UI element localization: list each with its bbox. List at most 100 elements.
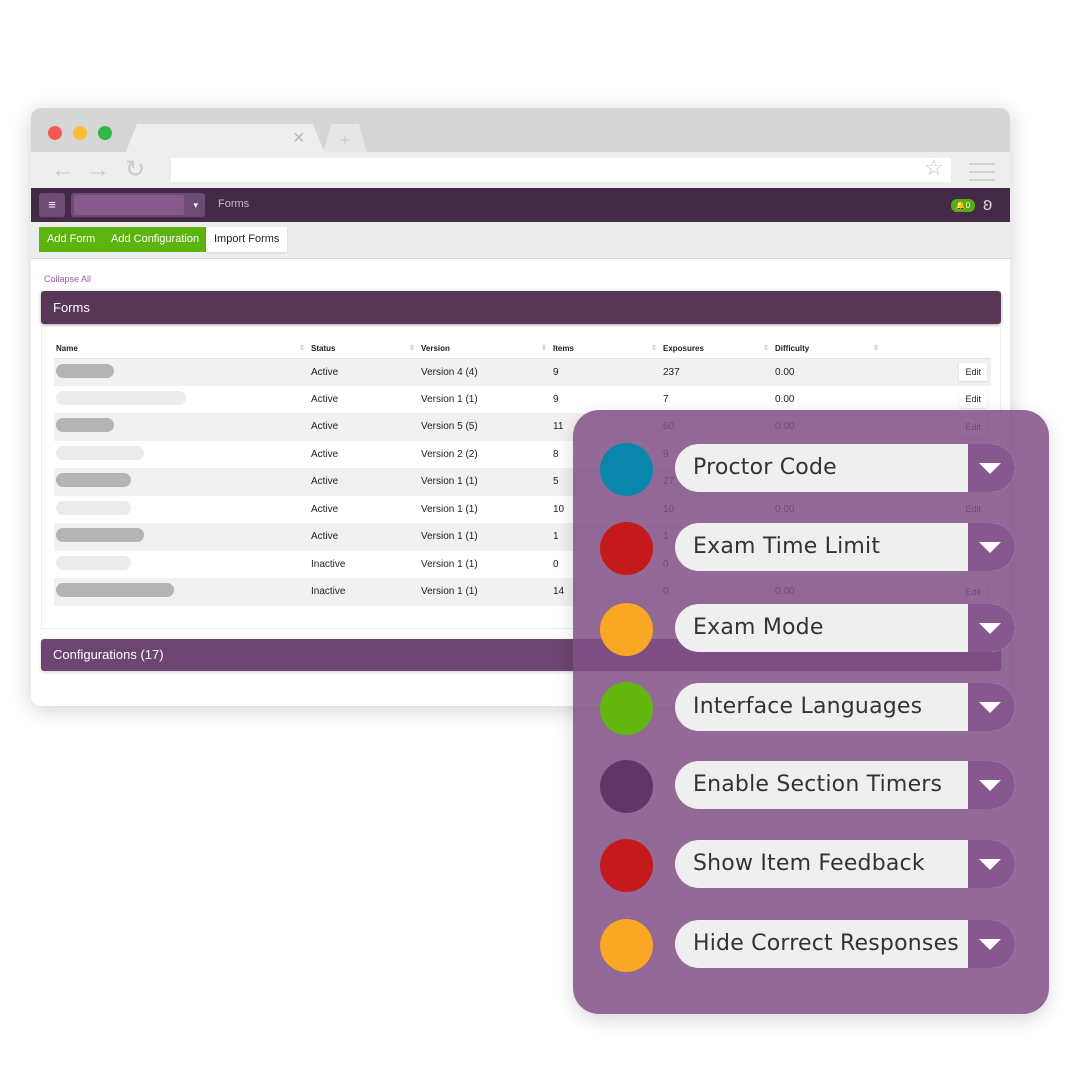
setting-label: Hide Correct Responses xyxy=(693,931,959,956)
setting-dropdown[interactable]: Enable Section Timers xyxy=(675,761,1015,809)
browser-menu-icon[interactable] xyxy=(969,163,995,187)
cell-status: Active xyxy=(311,393,339,405)
redacted-name xyxy=(56,473,131,488)
status-dot-icon xyxy=(600,760,653,813)
cell-status: Inactive xyxy=(309,578,419,606)
back-arrow-icon[interactable]: ← xyxy=(51,158,75,182)
cell-actions: Edit xyxy=(883,358,991,386)
sort-icon[interactable]: ⇳ xyxy=(299,344,305,352)
setting-label: Show Item Feedback xyxy=(693,851,925,876)
cell-version: Version 5 (5) xyxy=(419,413,551,441)
cell-actions: Edit xyxy=(883,386,991,414)
status-dot-icon xyxy=(600,603,653,656)
status-dot-icon xyxy=(600,522,653,575)
dropdown-caret-icon[interactable] xyxy=(968,444,1015,492)
sort-icon[interactable]: ⇳ xyxy=(409,344,415,352)
column-header-name[interactable]: Name ⇳ xyxy=(54,339,309,359)
import-forms-button[interactable]: Import Forms xyxy=(206,227,288,252)
add-configuration-button[interactable]: Add Configuration xyxy=(103,227,208,252)
dropdown-caret-icon[interactable] xyxy=(968,920,1015,968)
edit-button[interactable]: Edit xyxy=(959,390,987,409)
column-header-difficulty[interactable]: Difficulty ⇳ xyxy=(773,339,883,359)
dropdown-caret-icon[interactable] xyxy=(968,523,1015,571)
new-tab-button[interactable]: + xyxy=(323,124,367,154)
cell-name xyxy=(54,468,309,496)
dropdown-caret-icon[interactable] xyxy=(968,761,1015,809)
cell-version: Version 1 (1) xyxy=(419,578,551,606)
forward-arrow-icon[interactable]: → xyxy=(86,158,110,182)
cell-name xyxy=(54,413,309,441)
redacted-name xyxy=(56,445,144,460)
status-dot-icon xyxy=(600,682,653,735)
cell-status: Active xyxy=(309,523,419,551)
setting-label: Exam Time Limit xyxy=(693,534,881,559)
redacted-name xyxy=(56,500,131,515)
setting-dropdown[interactable]: Exam Mode xyxy=(675,604,1015,652)
setting-option: Show Item Feedback xyxy=(600,837,1020,893)
edit-button[interactable]: Edit xyxy=(959,363,987,381)
cell-status: Active xyxy=(311,448,339,460)
table-row[interactable]: Active Version 4 (4) 9 237 0.00 Edit xyxy=(54,358,991,386)
sort-icon[interactable]: ⇳ xyxy=(541,344,547,352)
cell-version: Version 1 (1) xyxy=(421,558,478,570)
column-header-status[interactable]: Status ⇳ xyxy=(309,339,419,359)
setting-dropdown[interactable]: Exam Time Limit xyxy=(675,523,1015,571)
status-dot-icon xyxy=(600,839,653,892)
cell-items: 9 xyxy=(551,358,661,386)
setting-option: Proctor Code xyxy=(600,441,1020,497)
dropdown-caret-icon[interactable] xyxy=(968,604,1015,652)
browser-nav-bar: ← → ↻ ☆ xyxy=(31,152,1010,188)
cell-name xyxy=(54,496,309,524)
sort-icon[interactable]: ⇳ xyxy=(873,344,879,352)
table-row[interactable]: Active Version 1 (1) 9 7 0.00 Edit xyxy=(54,386,991,414)
cell-version: Version 2 (2) xyxy=(421,448,478,460)
sort-icon[interactable]: ⇳ xyxy=(763,344,769,352)
setting-label: Enable Section Timers xyxy=(693,772,943,797)
cell-difficulty: 0.00 xyxy=(775,393,795,405)
dropdown-caret-icon[interactable] xyxy=(968,840,1015,888)
column-header-version[interactable]: Version ⇳ xyxy=(419,339,551,359)
reload-icon[interactable]: ↻ xyxy=(125,158,145,182)
cell-status: Active xyxy=(309,468,419,496)
bookmark-star-icon[interactable]: ☆ xyxy=(924,156,944,180)
tab-close-icon[interactable]: × xyxy=(293,128,305,148)
dropdown-caret-icon[interactable] xyxy=(968,683,1015,731)
sort-icon[interactable]: ⇳ xyxy=(651,344,657,352)
address-bar[interactable] xyxy=(171,158,951,182)
column-header-exposures[interactable]: Exposures ⇳ xyxy=(661,339,773,359)
setting-option: Exam Time Limit xyxy=(600,520,1020,576)
window-close-button[interactable] xyxy=(48,126,62,140)
add-form-button[interactable]: Add Form xyxy=(39,227,104,252)
setting-dropdown[interactable]: Interface Languages xyxy=(675,683,1015,731)
setting-dropdown[interactable]: Proctor Code xyxy=(675,444,1015,492)
column-header-actions xyxy=(883,339,991,359)
cell-exposures: 7 xyxy=(663,393,669,405)
window-minimize-button[interactable] xyxy=(73,126,87,140)
window-maximize-button[interactable] xyxy=(98,126,112,140)
cell-name xyxy=(54,441,309,469)
hamburger-menu-icon[interactable]: ≡ xyxy=(39,193,65,217)
breadcrumb: Forms xyxy=(218,198,250,210)
setting-label: Interface Languages xyxy=(693,694,923,719)
action-toolbar: Add Form Add Configuration Import Forms xyxy=(31,222,1010,259)
setting-dropdown[interactable]: Show Item Feedback xyxy=(675,840,1015,888)
cell-difficulty: 0.00 xyxy=(773,358,883,386)
project-selector-value xyxy=(74,195,184,215)
setting-dropdown[interactable]: Hide Correct Responses xyxy=(675,920,1015,968)
collapse-all-link[interactable]: Collapse All xyxy=(44,274,91,284)
notification-badge[interactable]: 🔔0 xyxy=(951,199,975,212)
cell-version: Version 1 (1) xyxy=(421,393,478,405)
cell-name xyxy=(54,578,309,606)
cell-status: Inactive xyxy=(311,558,346,570)
setting-option: Enable Section Timers xyxy=(600,758,1020,814)
project-selector[interactable]: ▾ xyxy=(71,193,205,217)
redacted-name xyxy=(56,583,174,598)
cell-version: Version 4 (4) xyxy=(419,358,551,386)
redacted-name xyxy=(56,528,144,543)
status-dot-icon xyxy=(600,919,653,972)
setting-label: Proctor Code xyxy=(693,455,837,480)
logo-icon[interactable]: ʚ xyxy=(983,194,992,214)
column-header-items[interactable]: Items ⇳ xyxy=(551,339,661,359)
cell-name xyxy=(54,358,309,386)
forms-panel-header[interactable]: Forms xyxy=(41,291,1001,324)
